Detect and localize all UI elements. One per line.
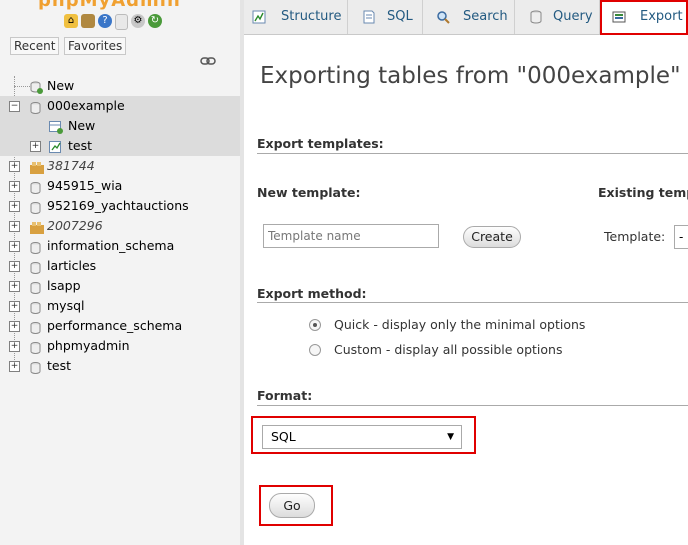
home-icon[interactable]: ⌂ [64, 14, 78, 28]
database-icon [30, 100, 41, 115]
expand-icon[interactable]: + [9, 341, 20, 352]
tree-item-952169-yachtauctions[interactable]: + 952169_yachtauctions [0, 196, 240, 216]
database-tree: New − 000example New + test + 381744 + 9… [0, 76, 240, 376]
database-group-icon [30, 160, 44, 174]
expand-icon[interactable]: + [9, 221, 20, 232]
tree-item-new-database[interactable]: New [0, 76, 240, 96]
reload-icon[interactable]: ↻ [148, 14, 162, 28]
table-icon [49, 140, 61, 153]
tree-item-performance-schema[interactable]: + performance_schema [0, 316, 240, 336]
database-icon [30, 320, 41, 335]
export-templates-heading: Export templates: [257, 136, 384, 151]
tree-item-test[interactable]: + test [0, 356, 240, 376]
database-icon [30, 240, 41, 255]
export-tab-highlight [600, 0, 688, 35]
tree-item-381744[interactable]: + 381744 [0, 156, 240, 176]
tab-search[interactable]: Search [423, 0, 515, 34]
sql-icon [363, 10, 375, 24]
go-highlight [259, 485, 333, 526]
phpmyadmin-logo: phpMyAdmin [38, 0, 181, 11]
expand-icon[interactable]: + [9, 321, 20, 332]
format-highlight [251, 416, 476, 454]
expand-icon[interactable]: + [9, 281, 20, 292]
database-icon [30, 200, 41, 215]
database-group-icon [30, 220, 44, 234]
collapse-icon[interactable]: − [9, 101, 20, 112]
tree-item-945915-wia[interactable]: + 945915_wia [0, 176, 240, 196]
expand-icon[interactable]: + [9, 361, 20, 372]
tree-item-phpmyadmin[interactable]: + phpmyadmin [0, 336, 240, 356]
link-icon[interactable] [200, 57, 216, 65]
page-title: Exporting tables from "000example" d [260, 63, 688, 89]
database-icon [30, 340, 41, 355]
expand-icon[interactable]: + [30, 141, 41, 152]
expand-icon[interactable]: + [9, 261, 20, 272]
tree-item-information-schema[interactable]: + information_schema [0, 236, 240, 256]
docs-icon[interactable] [115, 14, 128, 30]
settings-icon[interactable]: ⚙ [131, 14, 145, 28]
sidebar-toolbar: ⌂ ? ⚙ ↻ [64, 14, 162, 30]
existing-templates-label: Existing templ [598, 185, 688, 200]
template-name-input[interactable] [263, 224, 439, 248]
expand-icon[interactable]: + [9, 241, 20, 252]
expand-icon[interactable]: + [9, 161, 20, 172]
tab-structure[interactable]: Structure [244, 0, 348, 34]
recent-button[interactable]: Recent [10, 37, 60, 55]
custom-radio[interactable] [309, 344, 321, 356]
format-heading: Format: [257, 388, 313, 403]
tree-item-new-table[interactable]: New [0, 116, 240, 136]
database-icon [30, 280, 41, 295]
query-icon [530, 10, 542, 24]
search-icon [437, 11, 450, 24]
expand-icon[interactable]: + [9, 301, 20, 312]
tree-item-lsapp[interactable]: + lsapp [0, 276, 240, 296]
expand-icon[interactable]: + [9, 201, 20, 212]
quick-radio[interactable] [309, 319, 321, 331]
database-icon [30, 180, 41, 195]
database-icon [30, 360, 41, 375]
tree-item-larticles[interactable]: + larticles [0, 256, 240, 276]
tree-item-test-table[interactable]: + test [0, 136, 240, 156]
tab-sql[interactable]: SQL [348, 0, 423, 34]
tree-item-2007296[interactable]: + 2007296 [0, 216, 240, 236]
help-icon[interactable]: ? [98, 14, 112, 28]
export-method-heading: Export method: [257, 286, 367, 301]
new-database-icon [30, 80, 43, 94]
database-icon[interactable] [81, 14, 95, 28]
navigation-panel: phpMyAdmin ⌂ ? ⚙ ↻ Recent Favorites New … [0, 0, 241, 545]
panel-resizer[interactable] [240, 0, 244, 545]
template-label: Template: [604, 229, 666, 244]
database-icon [30, 300, 41, 315]
create-template-button[interactable]: Create [463, 226, 521, 248]
tab-query[interactable]: Query [515, 0, 600, 34]
divider [257, 302, 688, 303]
structure-icon [252, 10, 266, 24]
divider [257, 153, 688, 154]
new-template-label: New template: [257, 185, 361, 200]
template-select[interactable]: - [674, 225, 688, 249]
expand-icon[interactable]: + [9, 181, 20, 192]
new-table-icon [49, 120, 63, 134]
tree-item-000example[interactable]: − 000example [0, 96, 240, 116]
database-icon [30, 260, 41, 275]
favorites-button[interactable]: Favorites [64, 37, 127, 55]
divider [257, 405, 688, 406]
tree-item-mysql[interactable]: + mysql [0, 296, 240, 316]
